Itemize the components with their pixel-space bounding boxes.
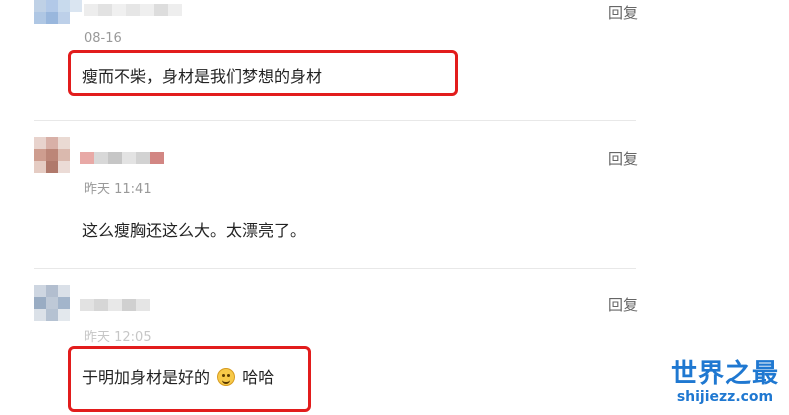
comment-date: 昨天 11:41 bbox=[84, 182, 152, 197]
comment-text: 瘦而不柴，身材是我们梦想的身材 bbox=[82, 67, 323, 86]
reply-button[interactable]: 回复 bbox=[608, 294, 638, 315]
avatar[interactable] bbox=[34, 137, 80, 179]
comment-item: 昨天 11:41 回复 这么瘦胸还这么大。太漂亮了。 bbox=[0, 121, 789, 269]
avatar[interactable] bbox=[34, 285, 80, 327]
username-blurred[interactable] bbox=[80, 299, 150, 311]
comment-text-part: 于明加身材是好的 bbox=[82, 368, 211, 387]
comment-date: 08-16 bbox=[84, 31, 122, 46]
watermark-logo: 世界之最 shijiezz.com bbox=[671, 359, 779, 405]
username-blurred[interactable] bbox=[80, 152, 164, 164]
comment-text: 于明加身材是好的 哈哈 bbox=[82, 364, 274, 388]
reply-button[interactable]: 回复 bbox=[608, 148, 638, 169]
reply-button[interactable]: 回复 bbox=[608, 2, 638, 23]
comment-text-part: 哈哈 bbox=[242, 368, 275, 387]
comment-date: 昨天 12:05 bbox=[84, 330, 152, 345]
avatar[interactable] bbox=[34, 0, 82, 42]
grinning-face-icon bbox=[217, 368, 236, 386]
comment-text: 这么瘦胸还这么大。太漂亮了。 bbox=[82, 221, 307, 240]
username-blurred[interactable] bbox=[84, 4, 182, 16]
comment-item: 08-16 回复 瘦而不柴，身材是我们梦想的身材 bbox=[0, 0, 789, 121]
watermark-title: 世界之最 bbox=[670, 359, 779, 389]
watermark-url: shijiezz.com bbox=[676, 389, 774, 405]
